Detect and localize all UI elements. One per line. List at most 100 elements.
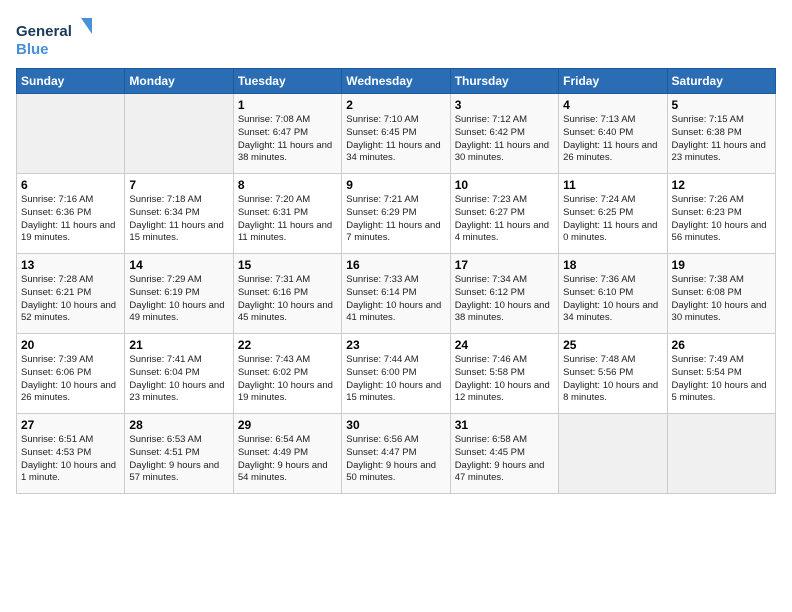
day-number: 4: [563, 98, 662, 112]
week-row-2: 6Sunrise: 7:16 AM Sunset: 6:36 PM Daylig…: [17, 174, 776, 254]
day-number: 21: [129, 338, 228, 352]
day-number: 26: [672, 338, 771, 352]
day-detail: Sunrise: 6:51 AM Sunset: 4:53 PM Dayligh…: [21, 434, 120, 485]
day-number: 31: [455, 418, 554, 432]
svg-text:General: General: [16, 23, 72, 40]
day-header-wednesday: Wednesday: [342, 69, 450, 94]
day-detail: Sunrise: 7:48 AM Sunset: 5:56 PM Dayligh…: [563, 354, 662, 405]
day-number: 24: [455, 338, 554, 352]
day-header-thursday: Thursday: [450, 69, 558, 94]
day-number: 22: [238, 338, 337, 352]
day-header-friday: Friday: [559, 69, 667, 94]
day-number: 8: [238, 178, 337, 192]
day-detail: Sunrise: 7:36 AM Sunset: 6:10 PM Dayligh…: [563, 274, 662, 325]
day-detail: Sunrise: 7:34 AM Sunset: 6:12 PM Dayligh…: [455, 274, 554, 325]
day-detail: Sunrise: 7:08 AM Sunset: 6:47 PM Dayligh…: [238, 114, 337, 165]
calendar-cell: 3 Sunrise: 7:12 AM Sunset: 6:42 PM Daylig…: [450, 94, 558, 174]
week-row-5: 27 Sunrise: 6:51 AM Sunset: 4:53 PM Dayli…: [17, 414, 776, 494]
day-detail: Sunrise: 7:41 AM Sunset: 6:04 PM Dayligh…: [129, 354, 228, 405]
day-detail: Sunrise: 7:28 AM Sunset: 6:21 PM Dayligh…: [21, 274, 120, 325]
day-number: 27: [21, 418, 120, 432]
day-number: 29: [238, 418, 337, 432]
week-row-3: 13Sunrise: 7:28 AM Sunset: 6:21 PM Dayli…: [17, 254, 776, 334]
day-detail: Sunrise: 6:56 AM Sunset: 4:47 PM Dayligh…: [346, 434, 445, 485]
calendar-cell: 21 Sunrise: 7:41 AM Sunset: 6:04 PM Dayli…: [125, 334, 233, 414]
logo-svg: General Blue: [16, 16, 96, 60]
calendar-cell: 12 Sunrise: 7:26 AM Sunset: 6:23 PM Dayli…: [667, 174, 775, 254]
day-detail: Sunrise: 7:46 AM Sunset: 5:58 PM Dayligh…: [455, 354, 554, 405]
day-detail: Sunrise: 7:18 AM Sunset: 6:34 PM Dayligh…: [129, 194, 228, 245]
day-number: 11: [563, 178, 662, 192]
day-number: 19: [672, 258, 771, 272]
calendar-cell: 10 Sunrise: 7:23 AM Sunset: 6:27 PM Dayli…: [450, 174, 558, 254]
calendar-cell: 31 Sunrise: 6:58 AM Sunset: 4:45 PM Dayli…: [450, 414, 558, 494]
day-detail: Sunrise: 7:10 AM Sunset: 6:45 PM Dayligh…: [346, 114, 445, 165]
day-header-saturday: Saturday: [667, 69, 775, 94]
day-number: 5: [672, 98, 771, 112]
day-header-tuesday: Tuesday: [233, 69, 341, 94]
day-detail: Sunrise: 7:44 AM Sunset: 6:00 PM Dayligh…: [346, 354, 445, 405]
calendar-cell: 8 Sunrise: 7:20 AM Sunset: 6:31 PM Daylig…: [233, 174, 341, 254]
day-detail: Sunrise: 7:26 AM Sunset: 6:23 PM Dayligh…: [672, 194, 771, 245]
day-number: 9: [346, 178, 445, 192]
week-row-4: 20 Sunrise: 7:39 AM Sunset: 6:06 PM Dayli…: [17, 334, 776, 414]
calendar-cell: 7 Sunrise: 7:18 AM Sunset: 6:34 PM Daylig…: [125, 174, 233, 254]
day-detail: Sunrise: 7:16 AM Sunset: 6:36 PM Dayligh…: [21, 194, 120, 245]
day-detail: Sunrise: 7:24 AM Sunset: 6:25 PM Dayligh…: [563, 194, 662, 245]
calendar-cell: 11 Sunrise: 7:24 AM Sunset: 6:25 PM Dayli…: [559, 174, 667, 254]
day-detail: Sunrise: 6:58 AM Sunset: 4:45 PM Dayligh…: [455, 434, 554, 485]
day-number: 7: [129, 178, 228, 192]
day-number: 28: [129, 418, 228, 432]
day-number: 15: [238, 258, 337, 272]
day-detail: Sunrise: 7:39 AM Sunset: 6:06 PM Dayligh…: [21, 354, 120, 405]
day-detail: Sunrise: 6:53 AM Sunset: 4:51 PM Dayligh…: [129, 434, 228, 485]
day-detail: Sunrise: 7:23 AM Sunset: 6:27 PM Dayligh…: [455, 194, 554, 245]
logo: General Blue: [16, 16, 96, 60]
calendar-cell: 6Sunrise: 7:16 AM Sunset: 6:36 PM Daylig…: [17, 174, 125, 254]
svg-text:Blue: Blue: [16, 41, 49, 58]
day-detail: Sunrise: 7:21 AM Sunset: 6:29 PM Dayligh…: [346, 194, 445, 245]
day-number: 30: [346, 418, 445, 432]
day-detail: Sunrise: 7:12 AM Sunset: 6:42 PM Dayligh…: [455, 114, 554, 165]
calendar-cell: [125, 94, 233, 174]
calendar-cell: 13Sunrise: 7:28 AM Sunset: 6:21 PM Dayli…: [17, 254, 125, 334]
day-detail: Sunrise: 7:20 AM Sunset: 6:31 PM Dayligh…: [238, 194, 337, 245]
day-number: 3: [455, 98, 554, 112]
calendar-cell: 30 Sunrise: 6:56 AM Sunset: 4:47 PM Dayli…: [342, 414, 450, 494]
calendar-cell: 28 Sunrise: 6:53 AM Sunset: 4:51 PM Dayli…: [125, 414, 233, 494]
day-detail: Sunrise: 6:54 AM Sunset: 4:49 PM Dayligh…: [238, 434, 337, 485]
calendar-cell: 26 Sunrise: 7:49 AM Sunset: 5:54 PM Dayli…: [667, 334, 775, 414]
day-detail: Sunrise: 7:29 AM Sunset: 6:19 PM Dayligh…: [129, 274, 228, 325]
calendar-cell: 17 Sunrise: 7:34 AM Sunset: 6:12 PM Dayli…: [450, 254, 558, 334]
day-detail: Sunrise: 7:15 AM Sunset: 6:38 PM Dayligh…: [672, 114, 771, 165]
day-number: 25: [563, 338, 662, 352]
day-number: 20: [21, 338, 120, 352]
day-number: 23: [346, 338, 445, 352]
page-header: General Blue: [16, 16, 776, 60]
calendar-cell: 5 Sunrise: 7:15 AM Sunset: 6:38 PM Daylig…: [667, 94, 775, 174]
day-header-monday: Monday: [125, 69, 233, 94]
calendar-cell: 2Sunrise: 7:10 AM Sunset: 6:45 PM Daylig…: [342, 94, 450, 174]
day-detail: Sunrise: 7:31 AM Sunset: 6:16 PM Dayligh…: [238, 274, 337, 325]
day-number: 1: [238, 98, 337, 112]
calendar-cell: 16Sunrise: 7:33 AM Sunset: 6:14 PM Dayli…: [342, 254, 450, 334]
calendar-cell: 29 Sunrise: 6:54 AM Sunset: 4:49 PM Dayli…: [233, 414, 341, 494]
calendar-cell: 1 Sunrise: 7:08 AM Sunset: 6:47 PM Daylig…: [233, 94, 341, 174]
calendar-cell: 4Sunrise: 7:13 AM Sunset: 6:40 PM Daylig…: [559, 94, 667, 174]
day-detail: Sunrise: 7:49 AM Sunset: 5:54 PM Dayligh…: [672, 354, 771, 405]
calendar-cell: 9 Sunrise: 7:21 AM Sunset: 6:29 PM Daylig…: [342, 174, 450, 254]
calendar-cell: 22 Sunrise: 7:43 AM Sunset: 6:02 PM Dayli…: [233, 334, 341, 414]
calendar-cell: 25 Sunrise: 7:48 AM Sunset: 5:56 PM Dayli…: [559, 334, 667, 414]
header-row: SundayMondayTuesdayWednesdayThursdayFrid…: [17, 69, 776, 94]
day-number: 14: [129, 258, 228, 272]
day-number: 12: [672, 178, 771, 192]
calendar-cell: 27 Sunrise: 6:51 AM Sunset: 4:53 PM Dayli…: [17, 414, 125, 494]
day-number: 10: [455, 178, 554, 192]
day-number: 17: [455, 258, 554, 272]
calendar-cell: [17, 94, 125, 174]
calendar-cell: [667, 414, 775, 494]
calendar-cell: 20 Sunrise: 7:39 AM Sunset: 6:06 PM Dayli…: [17, 334, 125, 414]
calendar-cell: 23 Sunrise: 7:44 AM Sunset: 6:00 PM Dayli…: [342, 334, 450, 414]
day-detail: Sunrise: 7:43 AM Sunset: 6:02 PM Dayligh…: [238, 354, 337, 405]
calendar-cell: 15 Sunrise: 7:31 AM Sunset: 6:16 PM Dayli…: [233, 254, 341, 334]
